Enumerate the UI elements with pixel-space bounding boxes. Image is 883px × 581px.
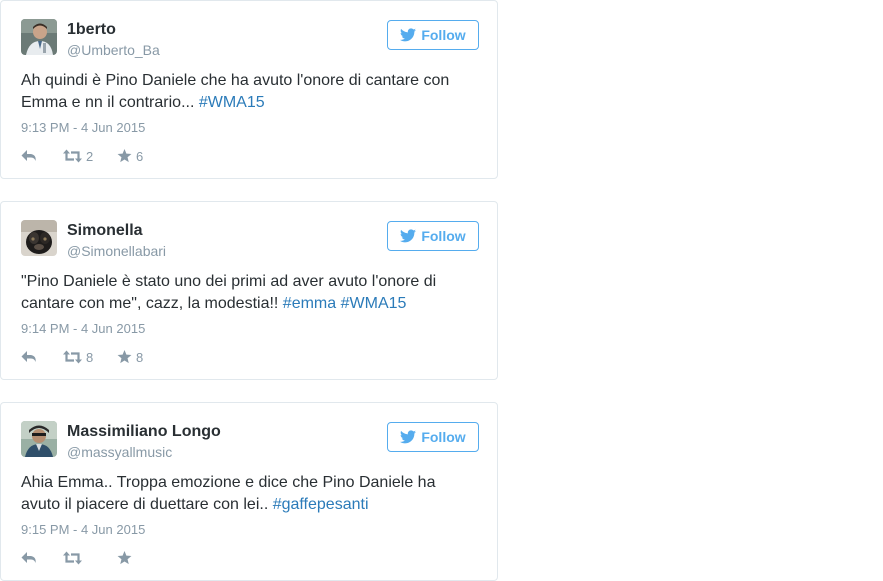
avatar[interactable] <box>21 220 57 256</box>
follow-label: Follow <box>421 27 466 43</box>
user-handle[interactable]: @Umberto_Ba <box>67 42 160 58</box>
tweet-card: 1berto @Umberto_Ba Follow Ah quindi è Pi… <box>0 0 498 179</box>
hashtag-link[interactable]: #emma <box>283 295 336 312</box>
favorite-button[interactable]: 8 <box>117 350 157 365</box>
tweet-body: Ahia Emma.. Troppa emozione e dice che P… <box>21 474 436 513</box>
reply-icon <box>21 149 38 163</box>
tweet-actions <box>21 548 157 568</box>
hashtag-link[interactable]: #WMA15 <box>341 295 407 312</box>
star-icon <box>117 551 132 565</box>
star-icon <box>117 149 132 163</box>
avatar[interactable] <box>21 421 57 457</box>
follow-button[interactable]: Follow <box>387 20 479 50</box>
favorite-button[interactable] <box>117 551 157 565</box>
reply-icon <box>21 551 38 565</box>
favorite-count: 6 <box>136 148 144 164</box>
follow-label: Follow <box>421 429 466 445</box>
twitter-bird-icon <box>400 229 417 243</box>
retweet-button[interactable] <box>63 551 117 565</box>
reply-button[interactable] <box>21 350 63 364</box>
retweet-icon <box>63 551 82 565</box>
twitter-bird-icon <box>400 430 417 444</box>
avatar[interactable] <box>21 19 57 55</box>
retweet-button[interactable]: 8 <box>63 350 117 365</box>
follow-label: Follow <box>421 228 466 244</box>
follow-button[interactable]: Follow <box>387 422 479 452</box>
tweet-actions: 8 8 <box>21 347 157 367</box>
retweet-count: 8 <box>86 349 94 365</box>
hashtag-link[interactable]: #gaffepesanti <box>273 496 369 513</box>
timestamp[interactable]: 9:15 PM - 4 Jun 2015 <box>21 522 145 537</box>
tweet-card: Massimiliano Longo @massyallmusic Follow… <box>0 402 498 581</box>
star-icon <box>117 350 132 364</box>
favorite-count: 8 <box>136 349 144 365</box>
display-name[interactable]: Simonella <box>67 222 143 240</box>
retweet-button[interactable]: 2 <box>63 149 117 164</box>
timestamp[interactable]: 9:13 PM - 4 Jun 2015 <box>21 120 145 135</box>
reply-icon <box>21 350 38 364</box>
twitter-bird-icon <box>400 28 417 42</box>
retweet-icon <box>63 350 82 364</box>
follow-button[interactable]: Follow <box>387 221 479 251</box>
reply-button[interactable] <box>21 551 63 565</box>
retweet-icon <box>63 149 82 163</box>
tweet-text: Ah quindi è Pino Daniele che ha avuto l'… <box>21 70 461 114</box>
user-handle[interactable]: @Simonellabari <box>67 243 166 259</box>
tweet-text: "Pino Daniele è stato uno dei primi ad a… <box>21 271 461 315</box>
retweet-count: 2 <box>86 148 94 164</box>
display-name[interactable]: 1berto <box>67 21 116 39</box>
hashtag-link[interactable]: #WMA15 <box>199 94 265 111</box>
display-name[interactable]: Massimiliano Longo <box>67 423 221 441</box>
timestamp[interactable]: 9:14 PM - 4 Jun 2015 <box>21 321 145 336</box>
favorite-button[interactable]: 6 <box>117 149 157 164</box>
tweet-text: Ahia Emma.. Troppa emozione e dice che P… <box>21 472 461 516</box>
tweet-card: Simonella @Simonellabari Follow "Pino Da… <box>0 201 498 380</box>
tweet-actions: 2 6 <box>21 146 157 166</box>
reply-button[interactable] <box>21 149 63 163</box>
user-handle[interactable]: @massyallmusic <box>67 444 172 460</box>
